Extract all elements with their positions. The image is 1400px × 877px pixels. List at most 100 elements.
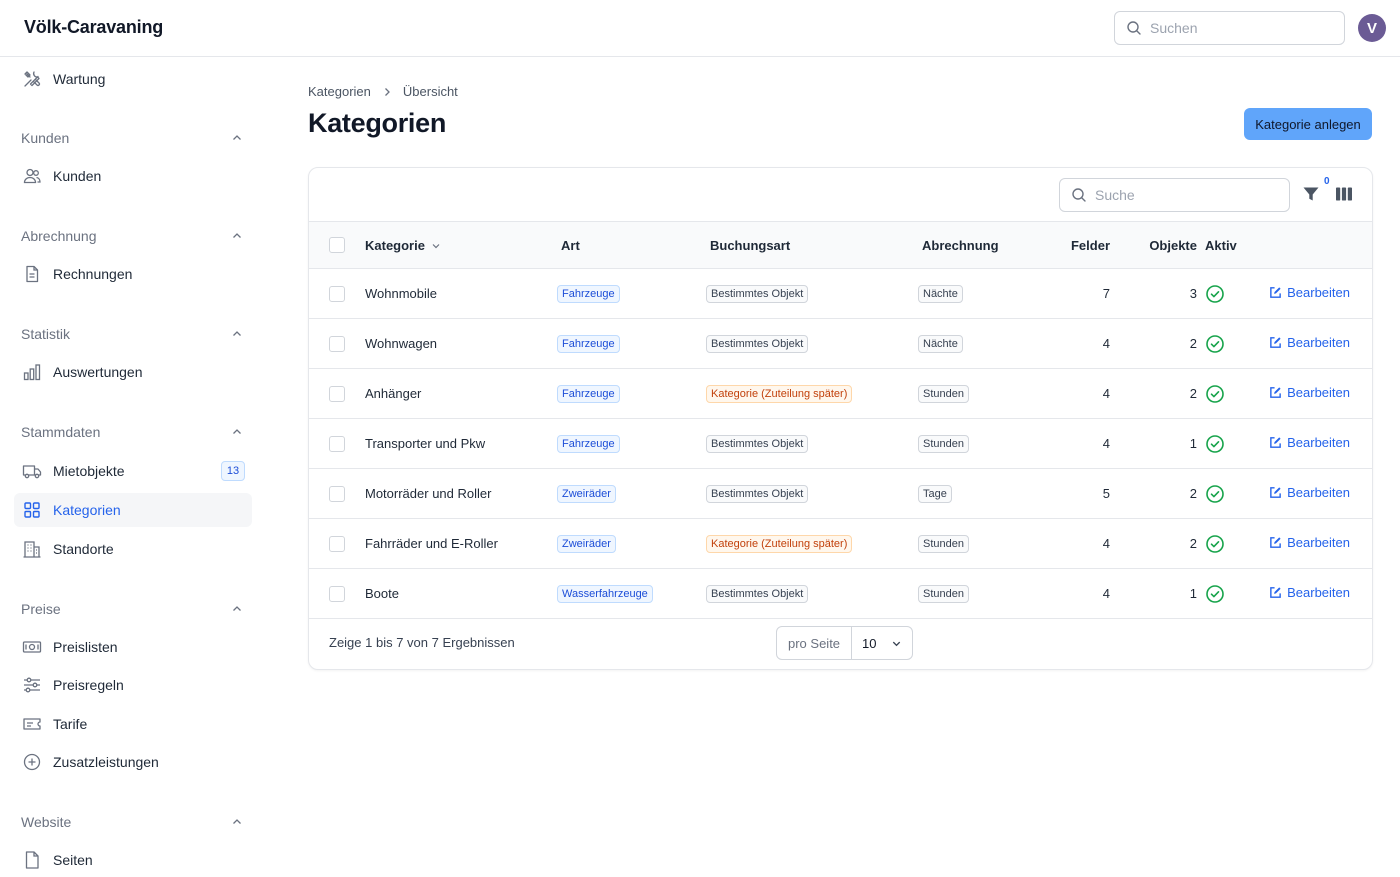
select-all-checkbox[interactable] (329, 237, 345, 254)
header-buchungsart: Buchungsart (710, 237, 791, 253)
chevron-up-icon (233, 819, 241, 824)
table-row[interactable]: Transporter und Pkw Fahrzeuge Bestimmtes O… (309, 419, 1372, 469)
cell-art: Fahrzeuge (557, 319, 710, 369)
app-title[interactable]: Völk-Caravaning (24, 17, 163, 38)
edit-label: Bearbeiten (1287, 285, 1350, 300)
section-preise[interactable]: Preise (21, 599, 243, 619)
table-row[interactable]: Fahrräder und E-Roller Zweiräder Kategorie… (309, 519, 1372, 569)
section-title: Preise (21, 601, 61, 617)
art-badge: Fahrzeuge (557, 334, 620, 353)
cell-felder: 7 (1102, 286, 1110, 301)
global-search-input[interactable] (1150, 12, 1335, 44)
sidebar-item-zusatzleistungen[interactable]: Zusatzleistungen (14, 745, 252, 779)
sidebar-item-wartung[interactable]: Wartung (14, 62, 252, 96)
filter-icon[interactable] (1302, 185, 1320, 203)
cell-aktiv (1197, 569, 1254, 619)
edit-button[interactable]: Bearbeiten (1269, 535, 1350, 550)
search-icon (1127, 21, 1141, 35)
header-aktiv: Aktiv (1205, 237, 1237, 253)
edit-label: Bearbeiten (1287, 385, 1350, 400)
sidebar-item-standorte[interactable]: Standorte (14, 532, 252, 566)
art-badge: Fahrzeuge (557, 384, 620, 403)
edit-button[interactable]: Bearbeiten (1269, 485, 1350, 500)
cell-felder: 4 (1102, 436, 1110, 451)
cell-buchungsart: Bestimmtes Objekt (706, 319, 922, 369)
sidebar-item-preisregeln[interactable]: Preisregeln (14, 668, 252, 702)
cell-kategorie: Fahrräder und E-Roller (365, 536, 498, 551)
table-search[interactable] (1059, 178, 1290, 212)
edit-label: Bearbeiten (1287, 485, 1350, 500)
per-page-select[interactable]: pro Seite 10 (776, 626, 913, 660)
section-website[interactable]: Website (21, 812, 243, 832)
section-title: Abrechnung (21, 228, 97, 244)
row-checkbox[interactable] (329, 535, 345, 552)
section-kunden[interactable]: Kunden (21, 128, 243, 148)
cell-objekte: 1 (1189, 436, 1197, 451)
header-objekte: Objekte (1149, 237, 1197, 253)
sidebar-item-seiten[interactable]: Seiten (14, 843, 252, 877)
cell-kategorie: Transporter und Pkw (365, 436, 486, 451)
abrechnung-badge: Nächte (918, 284, 963, 303)
ticket-icon (22, 714, 42, 734)
chevron-up-icon (233, 331, 241, 336)
buchungsart-badge: Bestimmtes Objekt (706, 584, 809, 603)
avatar[interactable]: V (1358, 14, 1386, 42)
table-search-input[interactable] (1095, 179, 1280, 211)
section-statistik[interactable]: Statistik (21, 324, 243, 344)
header-kategorie[interactable]: Kategorie (365, 222, 561, 269)
table-header-row: Kategorie Art Buchungsart Abrechnung Fel… (309, 221, 1372, 269)
chevron-up-icon (233, 429, 241, 434)
create-category-button[interactable]: Kategorie anlegen (1244, 108, 1372, 140)
edit-button[interactable]: Bearbeiten (1269, 435, 1350, 450)
edit-button[interactable]: Bearbeiten (1269, 285, 1350, 300)
page-title: Kategorien (308, 108, 447, 138)
row-checkbox[interactable] (329, 285, 345, 302)
header-felder: Felder (1070, 237, 1110, 253)
row-select-cell (309, 569, 365, 619)
edit-icon (1270, 537, 1281, 548)
cell-abrechnung: Stunden (918, 519, 1042, 569)
table-row[interactable]: Wohnwagen Fahrzeuge Bestimmtes Objekt Nächt… (309, 319, 1372, 369)
row-checkbox[interactable] (329, 585, 345, 602)
row-checkbox[interactable] (329, 435, 345, 452)
sidebar-item-kategorien[interactable]: Kategorien (14, 493, 252, 527)
section-stammdaten[interactable]: Stammdaten (21, 422, 243, 442)
edit-button[interactable]: Bearbeiten (1269, 335, 1350, 350)
cell-objekte: 2 (1189, 536, 1197, 551)
cell-objekte: 2 (1189, 386, 1197, 401)
global-search[interactable] (1114, 11, 1345, 45)
breadcrumb-parent[interactable]: Kategorien (308, 84, 371, 99)
sidebar-item-kunden[interactable]: Kunden (14, 159, 252, 193)
row-checkbox[interactable] (329, 385, 345, 402)
columns-icon[interactable] (1335, 186, 1353, 202)
page-icon (22, 850, 42, 870)
check-circle-icon (1206, 484, 1224, 503)
row-select-cell (309, 469, 365, 519)
sidebar-item-label: Seiten (53, 852, 93, 868)
sidebar-item-preislisten[interactable]: Preislisten (14, 630, 252, 664)
edit-button[interactable]: Bearbeiten (1269, 385, 1350, 400)
search-icon (1072, 188, 1086, 202)
row-checkbox[interactable] (329, 335, 345, 352)
check-circle-icon (1206, 534, 1224, 553)
row-checkbox[interactable] (329, 485, 345, 502)
buchungsart-badge: Kategorie (Zuteilung später) (706, 534, 853, 553)
sidebar-item-tarife[interactable]: Tarife (14, 707, 252, 741)
sidebar-item-rechnungen[interactable]: Rechnungen (14, 257, 252, 291)
cell-aktiv (1197, 269, 1254, 319)
cell-art: Fahrzeuge (557, 369, 710, 419)
table-row[interactable]: Motorräder und Roller Zweiräder Bestimmtes… (309, 469, 1372, 519)
per-page-dropdown[interactable]: 10 (852, 627, 911, 659)
header-select-all (309, 222, 365, 269)
edit-icon (1270, 287, 1281, 298)
table-row[interactable]: Boote Wasserfahrzeuge Bestimmtes Objekt Stu… (309, 569, 1372, 619)
edit-button[interactable]: Bearbeiten (1269, 585, 1350, 600)
filter-count-badge: 0 (1324, 176, 1330, 187)
cell-felder: 4 (1102, 386, 1110, 401)
table-row[interactable]: Wohnmobile Fahrzeuge Bestimmtes Objekt Näch… (309, 269, 1372, 319)
table-row[interactable]: Anhänger Fahrzeuge Kategorie (Zuteilung sp… (309, 369, 1372, 419)
section-title: Website (21, 814, 72, 830)
sidebar-item-auswertungen[interactable]: Auswertungen (14, 355, 252, 389)
sidebar-item-mietobjekte[interactable]: Mietobjekte 13 (14, 454, 252, 488)
section-abrechnung[interactable]: Abrechnung (21, 226, 243, 246)
